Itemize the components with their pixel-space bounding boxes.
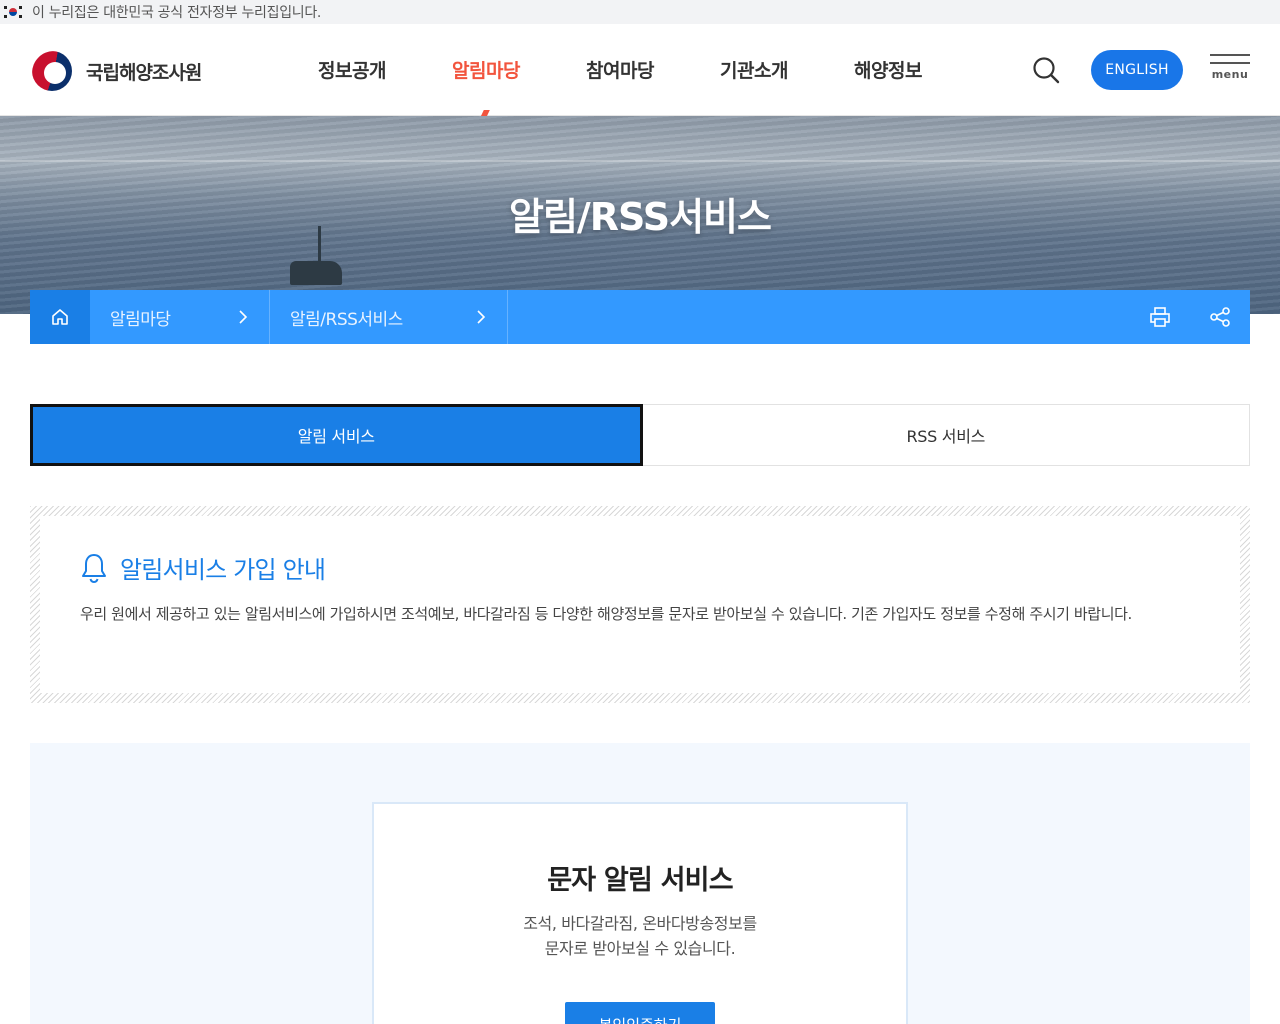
hamburger-icon [1210,54,1250,56]
search-button[interactable] [1030,54,1062,86]
nav-item-ocean-info[interactable]: 해양정보 [821,56,955,83]
chevron-right-icon [239,310,248,324]
info-description: 우리 원에서 제공하고 있는 알림서비스에 가입하시면 조석예보, 바다갈라짐 … [80,605,1132,623]
tab-notification-service[interactable]: 알림 서비스 [30,404,643,466]
bell-icon [82,553,106,583]
page-title: 알림/RSS서비스 [509,195,772,239]
info-title: 알림서비스 가입 안내 [120,556,326,584]
korea-flag-icon [4,6,22,18]
nav-item-info-disclosure[interactable]: 정보공개 [285,56,419,83]
breadcrumb-tools [1130,290,1250,344]
site-header: 국립해양조사원 정보공개 알림마당 참여마당 기관소개 해양정보 ENGLISH… [0,24,1280,122]
breadcrumb-item-notice[interactable]: 알림마당 [90,290,270,344]
search-icon [1033,57,1060,84]
share-button[interactable] [1190,290,1250,344]
gov-banner: 이 누리집은 대한민국 공식 전자정부 누리집입니다. [0,0,1280,24]
breadcrumb-home[interactable] [30,290,90,344]
sms-card: 문자 알림 서비스 조석, 바다갈라짐, 온바다방송정보를 문자로 받아보실 수… [372,802,908,1024]
nav-item-notice[interactable]: 알림마당 [419,56,553,83]
nav-item-about[interactable]: 기관소개 [687,56,821,83]
logo-emblem-icon [30,49,74,93]
breadcrumb-label: 알림/RSS서비스 [290,309,403,330]
menu-label: menu [1211,68,1249,81]
menu-button[interactable]: menu [1210,54,1250,90]
hero-banner: 알림/RSS서비스 [0,116,1280,314]
site-logo[interactable]: 국립해양조사원 [30,49,202,93]
sms-desc-line: 조석, 바다갈라짐, 온바다방송정보를 [523,914,757,933]
sms-title: 문자 알림 서비스 [547,865,733,896]
main-nav: 정보공개 알림마당 참여마당 기관소개 해양정보 [285,56,955,83]
chevron-right-icon [477,310,486,324]
sms-section: 문자 알림 서비스 조석, 바다갈라짐, 온바다방송정보를 문자로 받아보실 수… [30,743,1250,1024]
tab-rss-service[interactable]: RSS 서비스 [642,404,1250,466]
english-button[interactable]: ENGLISH [1091,50,1183,90]
print-button[interactable] [1130,290,1190,344]
logo-text: 국립해양조사원 [86,61,202,84]
gov-banner-text: 이 누리집은 대한민국 공식 전자정부 누리집입니다. [32,5,322,21]
print-icon [1150,307,1170,327]
share-icon [1210,307,1230,327]
home-icon [52,309,68,325]
sms-description: 조석, 바다갈라짐, 온바다방송정보를 문자로 받아보실 수 있습니다. [374,911,906,961]
sms-desc-line: 문자로 받아보실 수 있습니다. [544,939,736,958]
nav-item-participation[interactable]: 참여마당 [553,56,687,83]
breadcrumb: 알림마당 알림/RSS서비스 [30,290,1250,344]
service-tabs: 알림 서비스 RSS 서비스 [30,404,1250,466]
breadcrumb-label: 알림마당 [110,309,171,330]
info-box: 알림서비스 가입 안내 우리 원에서 제공하고 있는 알림서비스에 가입하시면 … [30,506,1250,703]
breadcrumb-item-rss[interactable]: 알림/RSS서비스 [270,290,508,344]
boat-image [290,261,342,285]
identity-verify-button[interactable]: 본인인증하기 [565,1002,715,1024]
